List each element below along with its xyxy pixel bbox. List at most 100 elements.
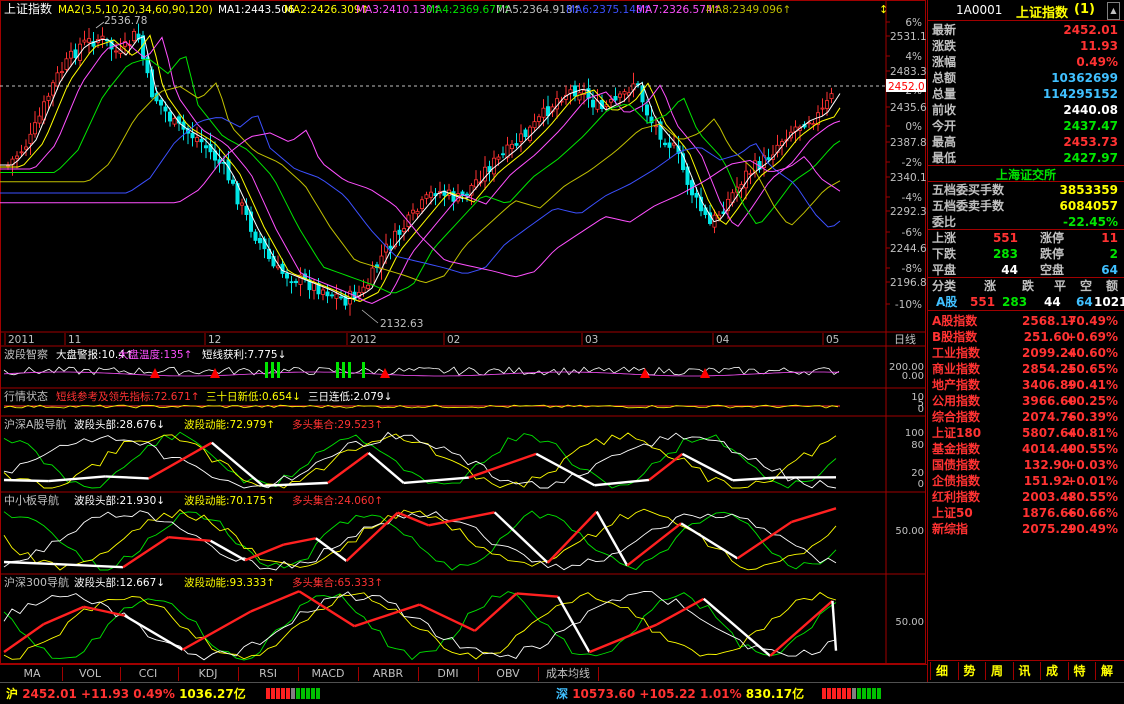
candle-body: [159, 100, 162, 105]
breadth-block: [822, 688, 826, 699]
indicator-value: 三日连低:2.079↓: [308, 390, 392, 403]
panel-tab-5[interactable]: 特: [1068, 662, 1091, 680]
order-label: 五档委卖手数: [932, 198, 1004, 214]
indicator-value: 短线参考及领先指标:72.671↑: [56, 390, 200, 403]
indicator-tab-成本均线[interactable]: 成本均线: [540, 666, 596, 682]
indicator-axis-label: 50.00: [895, 526, 924, 537]
index-value: 132.90: [1022, 457, 1070, 473]
price-axis-label: 2340.1: [890, 172, 926, 184]
index-row[interactable]: 上证1805807.64+0.81%: [928, 425, 1124, 441]
indicator-tab-cci[interactable]: CCI: [120, 666, 176, 682]
index-row[interactable]: 红利指数 2003.48+0.55%: [928, 489, 1124, 505]
index-row[interactable]: 公用指数3966.60+0.25%: [928, 393, 1124, 409]
candle-body: [290, 282, 293, 283]
sh-change: +11.93: [81, 687, 129, 701]
indicator-tab-kdj[interactable]: KDJ: [180, 666, 236, 682]
index-row[interactable]: 上证501876.66+0.66%: [928, 505, 1124, 521]
category-row[interactable]: A股55128344641021: [928, 294, 1124, 310]
index-change: +0.55%: [1066, 489, 1118, 505]
quote-value: 2452.01: [1063, 22, 1118, 38]
trend-segment: [4, 562, 56, 564]
indicator-tab-arbr[interactable]: ARBR: [360, 666, 416, 682]
breadth-value: 283: [993, 246, 1018, 262]
index-row[interactable]: 商业指数2854.25+0.65%: [928, 361, 1124, 377]
candle-body: [825, 101, 828, 109]
indicator-axis-label: 0: [918, 479, 924, 490]
panel-tab-0[interactable]: 细: [930, 662, 953, 680]
panel-tab-3[interactable]: 讯: [1013, 662, 1036, 680]
trend-segment: [49, 476, 105, 481]
indicator-value: 多头集合:29.523↑: [292, 418, 383, 431]
trend-segment: [475, 593, 517, 630]
candle-body: [420, 200, 423, 209]
index-name: 红利指数: [932, 489, 980, 505]
index-value: 2003.48: [1022, 489, 1070, 505]
indicator-tab-dmi[interactable]: DMI: [420, 666, 476, 682]
quote-label: 今开: [932, 118, 956, 134]
indicator-title: 中小板导航: [4, 493, 59, 507]
trend-segment: [649, 454, 682, 480]
panel-tab-1[interactable]: 势: [958, 662, 981, 680]
quote-label: 前收: [932, 102, 956, 118]
signal-bar: [271, 362, 274, 378]
breadth-block: [857, 688, 861, 699]
index-row[interactable]: 国债指数132.90+0.03%: [928, 457, 1124, 473]
index-row[interactable]: 基金指数4014.40+0.55%: [928, 441, 1124, 457]
index-row[interactable]: 新综指2075.29+0.49%: [928, 521, 1124, 537]
candle-body: [285, 273, 288, 278]
index-row[interactable]: 地产指数3406.89+0.41%: [928, 377, 1124, 393]
quote-label: 总量: [932, 86, 956, 102]
sz-market[interactable]: 深 10573.60 +105.22 1.01% 830.17亿: [556, 685, 804, 702]
quote-label: 涨幅: [932, 54, 956, 70]
index-change: +0.49%: [1066, 313, 1118, 329]
category-header-cell: 平: [1054, 278, 1066, 294]
date-axis-label: 2012: [350, 334, 377, 346]
index-row[interactable]: 工业指数2099.24+0.60%: [928, 345, 1124, 361]
breadth-block: [286, 688, 290, 699]
order-value: 6084057: [1060, 198, 1118, 214]
candle-body: [132, 31, 135, 40]
panel-tab-2[interactable]: 周: [985, 662, 1008, 680]
trend-segment: [84, 607, 125, 616]
panel-tab-6[interactable]: 解: [1095, 662, 1118, 680]
breadth-block: [311, 688, 315, 699]
index-change: +0.65%: [1066, 361, 1118, 377]
index-value: 4014.40: [1022, 441, 1070, 457]
breadth-value: 551: [993, 230, 1018, 246]
candle-body: [542, 108, 545, 117]
quote-label: 最新: [932, 22, 956, 38]
quote-value: 114295152: [1043, 86, 1118, 102]
sh-price: 2452.01: [22, 687, 77, 701]
panel-tab-4[interactable]: 成: [1040, 662, 1063, 680]
quote-row: 总额10362699: [928, 70, 1124, 86]
date-axis-label: 11: [68, 334, 81, 346]
sz-price: 10573.60: [572, 687, 635, 701]
candle-body: [519, 134, 522, 142]
scroll-up-button[interactable]: ▲: [1107, 2, 1120, 20]
indicator-tab-vol[interactable]: VOL: [62, 666, 118, 682]
candle-body: [654, 126, 657, 127]
kline-chart[interactable]: 上证指数MA2(3,5,10,20,34,60,90,120)MA1:2443.…: [0, 0, 926, 664]
indicator-tab-obv[interactable]: OBV: [480, 666, 536, 682]
signal-bar: [265, 362, 268, 378]
indicator-tab-macd[interactable]: MACD: [300, 666, 356, 682]
indicator-title: 行情状态: [4, 389, 48, 403]
index-row[interactable]: A股指数2568.17+0.49%: [928, 313, 1124, 329]
breadth-row: 下跌283跌停2: [928, 246, 1124, 262]
candle-body: [83, 40, 86, 42]
indicator-tab-rsi[interactable]: RSI: [240, 666, 296, 682]
indicator-tab-ma[interactable]: MA: [4, 666, 60, 682]
indicator-value: 多头集合:65.333↑: [292, 576, 383, 589]
index-change: +0.03%: [1066, 457, 1118, 473]
moving-average-line: [0, 83, 840, 283]
order-row: 五档委卖手数 6084057: [928, 198, 1124, 214]
index-row[interactable]: 企债指数151.92+0.01%: [928, 473, 1124, 489]
status-bar: 沪 2452.01 +11.93 0.49% 1036.27亿 深 10573.…: [0, 682, 1124, 704]
sh-market[interactable]: 沪 2452.01 +11.93 0.49% 1036.27亿: [6, 685, 246, 702]
index-row[interactable]: B股指数251.60+0.69%: [928, 329, 1124, 345]
breadth-block: [316, 688, 320, 699]
index-name: 企债指数: [932, 473, 980, 489]
index-row[interactable]: 综合指数2074.76+0.39%: [928, 409, 1124, 425]
trend-segment: [105, 476, 149, 478]
candle-body: [164, 107, 167, 111]
